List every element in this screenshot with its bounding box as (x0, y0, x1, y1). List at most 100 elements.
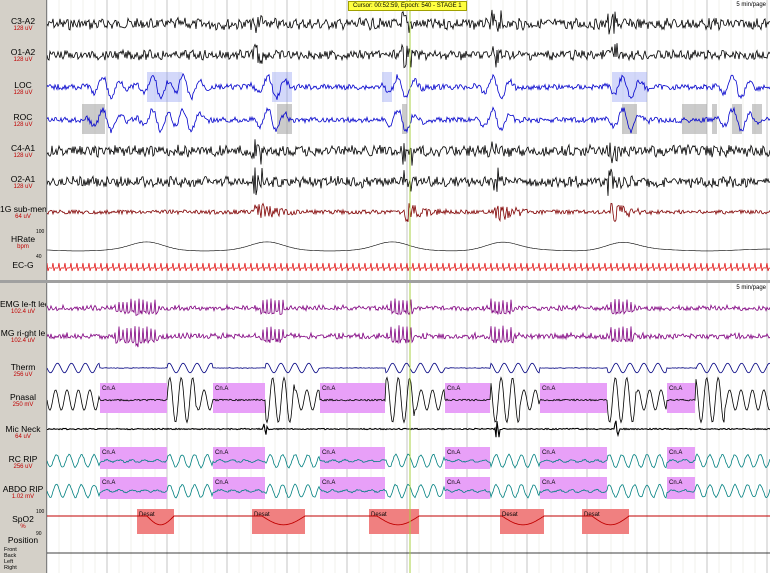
eog-event-marker (272, 72, 292, 102)
apnea-event-label: Cn.A (322, 450, 335, 456)
channel-gain: 128 uV (13, 90, 33, 96)
channel-label[interactable]: EMG le-ft led 102.4 uV (0, 299, 46, 316)
channel-name: Position (7, 535, 39, 545)
channel-name: EMG le-ft led (0, 299, 46, 309)
hr-scale-tick: 100 (36, 229, 45, 235)
channel-name: SpO2 (12, 514, 34, 524)
channel-name: Therm (10, 362, 36, 372)
channel-label[interactable]: Mic Neck 64 uV (0, 424, 46, 441)
channel-label[interactable]: 1G sub-men 64 uV (0, 204, 46, 221)
roc-trace (47, 106, 770, 134)
right-leg-emg-trace (47, 325, 770, 348)
bottom-page-scale: 5 min/page (736, 285, 766, 291)
apnea-event-label: Cn.A (215, 480, 228, 486)
channel-name: ROC (13, 112, 33, 122)
channel-name: LOC (14, 80, 32, 90)
channel-name: RC RIP (8, 454, 38, 464)
channel-gain: 250 mV (12, 402, 34, 408)
spo2-scale-tick: 90 (36, 531, 42, 537)
apnea-event-label: Cn.A (447, 480, 460, 486)
apnea-event-label: Cn.A (322, 480, 335, 486)
ecg-trace (47, 262, 770, 272)
apnea-event-label: Cn.A (542, 450, 555, 456)
channel-label[interactable]: ABDO RIP 1.02 mV (0, 484, 46, 501)
desaturation-event-label: Desat (584, 512, 600, 518)
desaturation-event-label: Desat (139, 512, 155, 518)
eog-event-marker (612, 72, 647, 102)
channel-label[interactable]: EC-G (0, 260, 46, 270)
position-level-label: Right (4, 565, 17, 571)
top-trace-area[interactable] (47, 0, 770, 280)
channel-name: Mic Neck (5, 424, 41, 434)
top-channel-labels: C3-A2 128 uV O1-A2 128 uV LOC 128 uV ROC 128 uV… (0, 0, 47, 280)
chin-emg-trace (47, 202, 770, 223)
left-leg-emg-trace (47, 298, 770, 316)
channel-gain: % (20, 524, 26, 530)
c3-trace (47, 9, 770, 35)
channel-name: EC-G (12, 260, 34, 270)
channel-name: 1G sub-men (0, 204, 46, 214)
channel-label[interactable]: C4-A1 128 uV (0, 143, 46, 160)
channel-name: HRate (10, 234, 36, 244)
bottom-trace-area[interactable]: Cn.A Cn.A Cn.A Cn.A Cn.A Cn.A Cn.A Cn.A Cn.A Cn.A… (47, 283, 770, 573)
apnea-event-label: Cn.A (215, 450, 228, 456)
apnea-event-label: Cn.A (447, 450, 460, 456)
channel-name: Pnasal (10, 392, 36, 402)
apnea-event-label: Cn.A (542, 386, 555, 392)
channel-name: C4-A1 (10, 143, 36, 153)
channel-gain: 102.4 uV (10, 309, 36, 315)
apnea-event-label: Cn.A (102, 480, 115, 486)
apnea-event-label: Cn.A (669, 480, 682, 486)
channel-gain: 128 uV (13, 26, 33, 32)
channel-gain: 128 uV (13, 184, 33, 190)
channel-gain: 102.4 uV (10, 338, 36, 344)
o1-trace (47, 43, 770, 69)
channel-label[interactable]: HRate bpm (0, 234, 46, 251)
apnea-event-label: Cn.A (669, 450, 682, 456)
hr-scale-tick: 40 (36, 254, 42, 260)
heart-rate-trace (47, 241, 770, 252)
c4-trace (47, 139, 770, 166)
apnea-event-label: Cn.A (447, 386, 460, 392)
channel-label[interactable]: Pnasal 250 mV (0, 392, 46, 409)
channel-gain: 1.02 mV (11, 494, 35, 500)
spo2-scale-tick: 100 (36, 509, 45, 515)
channel-gain: 128 uV (13, 122, 33, 128)
thermistor-trace (47, 362, 770, 374)
channel-gain: 128 uV (13, 57, 33, 63)
channel-gain: 64 uV (15, 214, 31, 220)
channel-name: O2-A1 (10, 174, 36, 184)
apnea-event-label: Cn.A (215, 386, 228, 392)
channel-gain: bpm (17, 244, 29, 250)
channel-label[interactable]: RC RIP 256 uV (0, 454, 46, 471)
channel-label[interactable]: MG ri-ght le 102.4 uV (0, 328, 46, 345)
channel-gain: 64 uV (15, 434, 31, 440)
desaturation-event-label: Desat (254, 512, 270, 518)
channel-label[interactable]: O2-A1 128 uV (0, 174, 46, 191)
apnea-event-label: Cn.A (102, 386, 115, 392)
channel-name: ABDO RIP (2, 484, 44, 494)
neck-microphone-trace (47, 420, 770, 438)
cursor-readout: Cursor: 00:52:59, Epoch: 540 - STAGE 1 (348, 1, 467, 11)
channel-gain: 256 uV (13, 372, 33, 378)
channel-label[interactable]: C3-A2 128 uV (0, 16, 46, 33)
apnea-event-label: Cn.A (322, 386, 335, 392)
bottom-signal-panel[interactable]: EMG le-ft led 102.4 uV MG ri-ght le 102.4 u… (0, 283, 770, 573)
channel-label[interactable]: SpO2% (0, 514, 46, 531)
o2-trace (47, 167, 770, 196)
channel-label[interactable]: O1-A2 128 uV (0, 47, 46, 64)
channel-gain: 128 uV (13, 153, 33, 159)
bottom-channel-labels: EMG le-ft led 102.4 uV MG ri-ght le 102.4 u… (0, 283, 47, 573)
top-page-scale: 5 min/page (736, 2, 766, 8)
eog-event-marker (147, 72, 182, 102)
channel-label[interactable]: Therm 256 uV (0, 362, 46, 379)
channel-label[interactable]: LOC 128 uV (0, 80, 46, 97)
channel-name: MG ri-ght le (0, 328, 46, 338)
apnea-event-label: Cn.A (669, 386, 682, 392)
apnea-event-label: Cn.A (102, 450, 115, 456)
channel-gain: 256 uV (13, 464, 33, 470)
channel-name: C3-A2 (10, 16, 36, 26)
apnea-event-label: Cn.A (542, 480, 555, 486)
top-signal-panel[interactable]: C3-A2 128 uV O1-A2 128 uV LOC 128 uV ROC 128 uV… (0, 0, 770, 280)
channel-label[interactable]: ROC 128 uV (0, 112, 46, 129)
